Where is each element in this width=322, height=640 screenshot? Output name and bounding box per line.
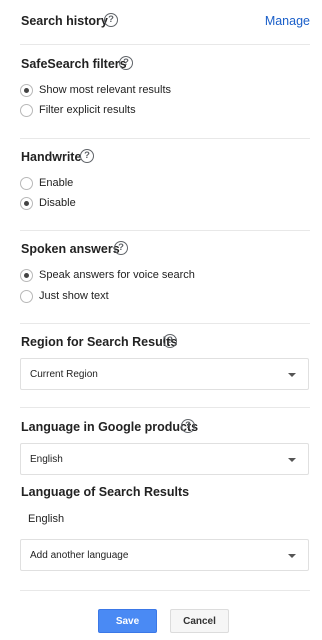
radio-label: Enable: [39, 177, 74, 189]
radio-selected-icon[interactable]: [20, 196, 33, 210]
divider: [20, 590, 310, 591]
radio-label: Speak answers for voice search: [39, 269, 195, 281]
dropdown-arrow-icon: [288, 554, 296, 558]
search-history-title: Search history: [21, 14, 108, 28]
region-select-value: Current Region: [30, 369, 98, 380]
radio-label: Filter explicit results: [39, 104, 136, 116]
divider: [20, 230, 310, 231]
region-select[interactable]: Current Region: [20, 358, 309, 390]
radio-unselected-icon[interactable]: [20, 176, 33, 190]
safesearch-title: SafeSearch filters: [21, 57, 127, 71]
help-icon[interactable]: ?: [119, 56, 133, 70]
current-language: English: [28, 513, 65, 525]
radio-speak-answers[interactable]: Speak answers for voice search: [20, 267, 195, 283]
radio-selected-icon[interactable]: [20, 83, 33, 97]
language-products-select-value: English: [30, 454, 63, 465]
radio-just-show-text[interactable]: Just show text: [20, 288, 109, 304]
manage-link[interactable]: Manage: [265, 14, 310, 28]
handwrite-title: Handwrite: [21, 150, 82, 164]
help-icon[interactable]: ?: [104, 13, 118, 27]
help-icon[interactable]: ?: [114, 241, 128, 255]
dropdown-arrow-icon: [288, 373, 296, 377]
divider: [20, 407, 310, 408]
spoken-answers-title: Spoken answers: [21, 242, 120, 256]
radio-unselected-icon[interactable]: [20, 289, 33, 303]
save-button[interactable]: Save: [98, 609, 157, 633]
language-products-select[interactable]: English: [20, 443, 309, 475]
radio-filter-explicit[interactable]: Filter explicit results: [20, 102, 136, 118]
radio-unselected-icon[interactable]: [20, 103, 33, 117]
radio-selected-icon[interactable]: [20, 268, 33, 282]
divider: [20, 323, 310, 324]
add-language-placeholder: Add another language: [30, 550, 129, 561]
divider: [20, 138, 310, 139]
region-title: Region for Search Results: [21, 335, 178, 349]
language-products-title: Language in Google products: [21, 420, 199, 434]
help-icon[interactable]: ?: [181, 419, 195, 433]
add-language-select[interactable]: Add another language: [20, 539, 309, 571]
dropdown-arrow-icon: [288, 458, 296, 462]
help-icon[interactable]: ?: [163, 334, 177, 348]
radio-label: Disable: [39, 197, 76, 209]
language-results-title: Language of Search Results: [21, 485, 190, 499]
radio-disable[interactable]: Disable: [20, 195, 76, 211]
radio-label: Show most relevant results: [39, 84, 172, 96]
divider: [20, 44, 310, 45]
radio-show-most-relevant[interactable]: Show most relevant results: [20, 82, 171, 98]
cancel-button[interactable]: Cancel: [170, 609, 229, 633]
help-icon[interactable]: ?: [80, 149, 94, 163]
radio-enable[interactable]: Enable: [20, 175, 73, 191]
radio-label: Just show text: [39, 290, 109, 302]
